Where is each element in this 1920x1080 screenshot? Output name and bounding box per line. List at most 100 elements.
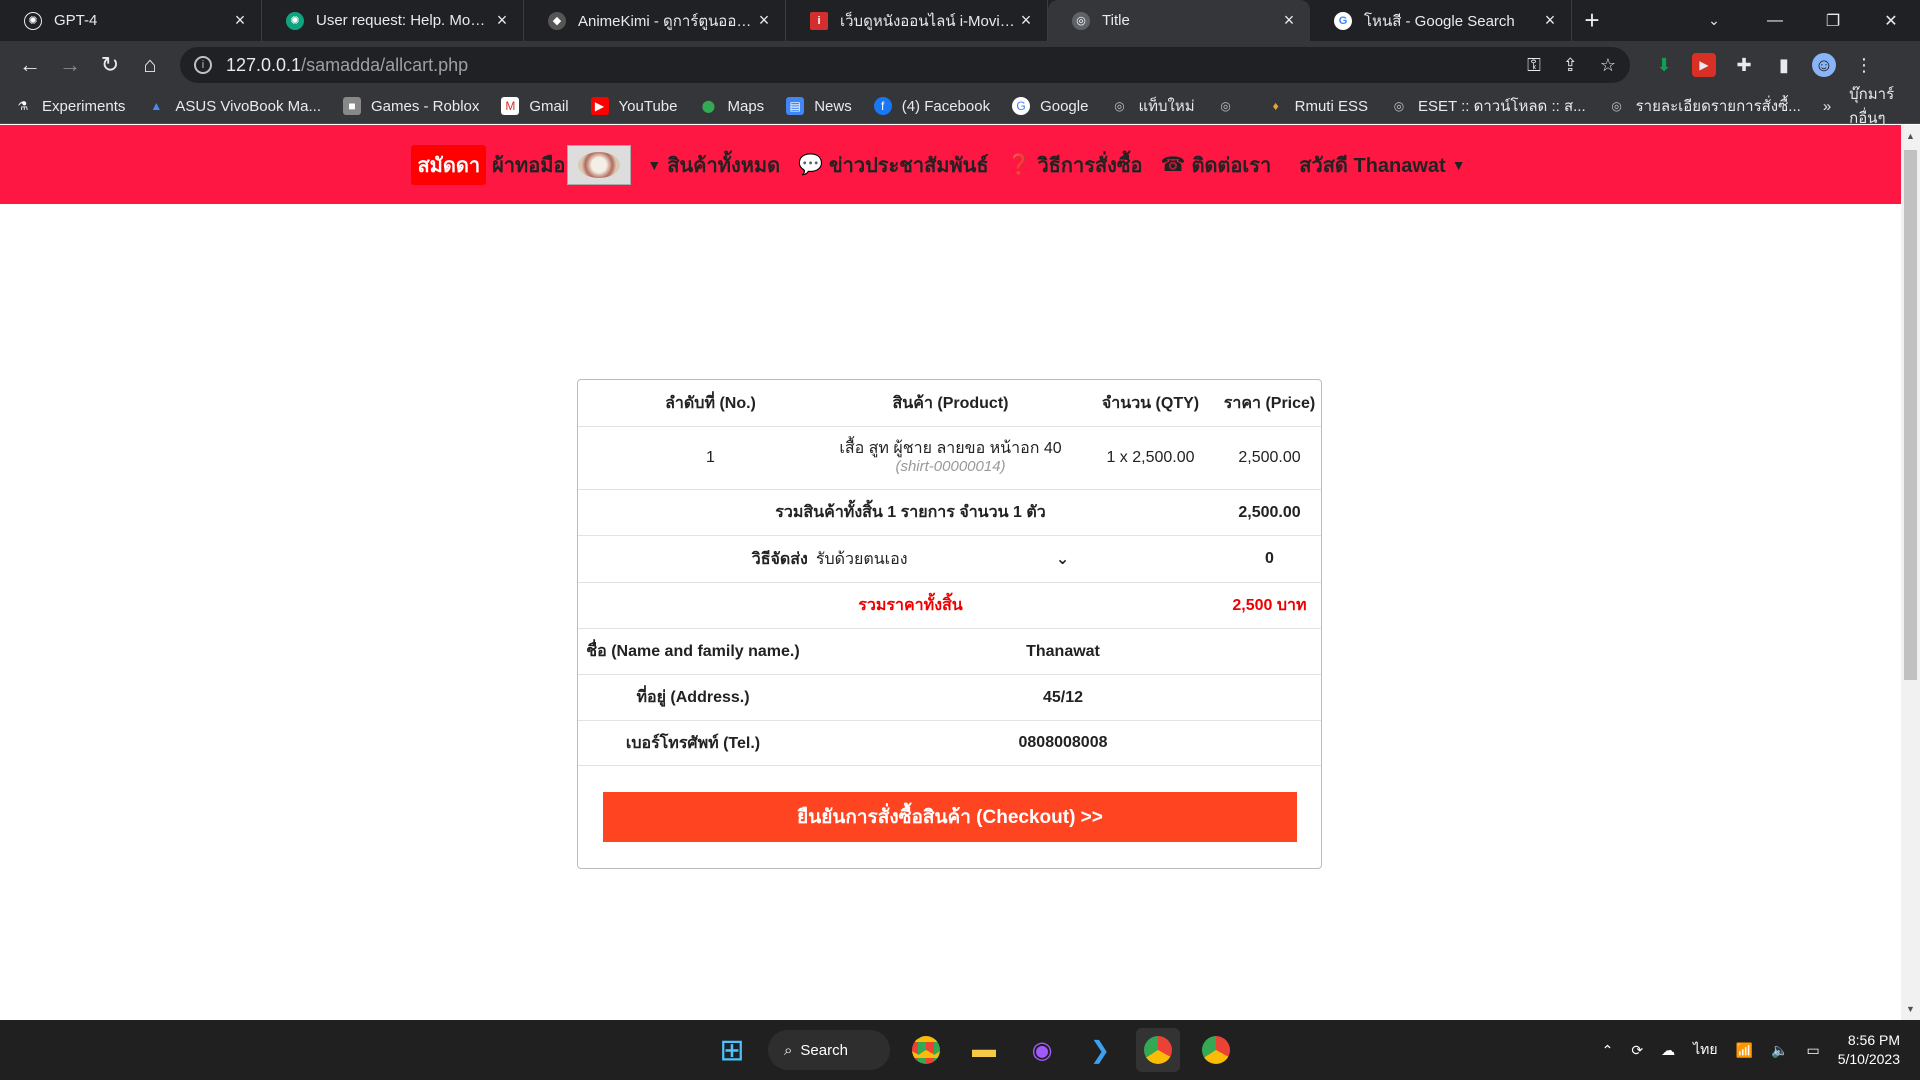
- nav-news[interactable]: 💬 ข่าวประชาสัมพันธ์: [798, 149, 988, 181]
- nav-how-to-order[interactable]: ❓ วิธีการสั่งซื้อ: [1007, 149, 1143, 181]
- key-icon[interactable]: ⚿: [1527, 55, 1541, 76]
- bookmark-label: News: [814, 97, 852, 115]
- bookmark-youtube[interactable]: ▶ YouTube: [590, 97, 678, 115]
- facebook-icon: f: [873, 97, 892, 115]
- puzzle-icon[interactable]: ✚: [1732, 53, 1756, 77]
- new-tab-button[interactable]: +: [1572, 0, 1612, 41]
- file-explorer-icon[interactable]: ▬: [962, 1028, 1006, 1072]
- minimize-icon[interactable]: —: [1746, 0, 1804, 41]
- vscode-icon[interactable]: ❯: [1078, 1028, 1122, 1072]
- bookmark-label: Gmail: [529, 97, 569, 115]
- total-row: รวมราคาทั้งสิ้น 2,500 บาท: [578, 582, 1321, 628]
- bookmark-label: รายละเอียดรายการสั่งซื้...: [1635, 98, 1801, 115]
- globe-icon: ◎: [1220, 99, 1231, 113]
- bookmark-rmuti[interactable]: ♦ Rmuti ESS: [1267, 97, 1368, 115]
- user-greeting-dropdown[interactable]: สวัสดี Thanawat ▼: [1299, 149, 1471, 181]
- share-icon[interactable]: ⇪: [1563, 55, 1578, 76]
- scrollbar-thumb[interactable]: [1904, 150, 1917, 680]
- restore-icon[interactable]: ❐: [1804, 0, 1862, 41]
- close-icon[interactable]: ×: [231, 10, 249, 31]
- tab-animekimi[interactable]: ◆ AnimeKimi - ดูการ์ตูนออนไลน์ ×: [524, 0, 786, 41]
- close-icon[interactable]: ×: [1541, 10, 1559, 31]
- tel-value: 0808008008: [1018, 734, 1108, 751]
- close-icon[interactable]: ×: [1017, 10, 1035, 31]
- nav-contact[interactable]: ☎ ติดต่อเรา: [1161, 149, 1272, 181]
- bookmark-globe[interactable]: ◎: [1217, 97, 1245, 115]
- bookmark-label: Maps: [727, 97, 765, 115]
- bookmark-experiments[interactable]: ⚗ Experiments: [14, 97, 126, 115]
- brand-logo-text[interactable]: สมัดดา: [411, 144, 487, 185]
- address-bar[interactable]: i 127.0.0.1/samadda/allcart.php ⚿ ⇪ ☆: [180, 47, 1630, 83]
- back-icon[interactable]: ←: [10, 45, 50, 85]
- tab-imoviehd[interactable]: i เว็บดูหนังออนไลน์ i-MovieHD ( ×: [786, 0, 1048, 41]
- tel-label: เบอร์โทรศัพท์ (Tel.): [625, 734, 761, 752]
- brand-subtitle[interactable]: ผ้าทอมือ: [492, 149, 565, 181]
- shipping-cost: 0: [1265, 550, 1274, 567]
- shipping-select[interactable]: รับด้วยตนเอง: [816, 547, 1056, 572]
- red-extension-icon[interactable]: ▶: [1692, 53, 1716, 77]
- download-extension-icon[interactable]: ⬇: [1652, 53, 1676, 77]
- star-icon[interactable]: ☆: [1600, 55, 1616, 76]
- shop-logo-image[interactable]: [567, 144, 632, 185]
- menu-icon[interactable]: ⋮: [1852, 53, 1876, 77]
- forward-icon[interactable]: →: [50, 45, 90, 85]
- chevron-down-icon[interactable]: ⌄: [1056, 549, 1069, 569]
- avatar[interactable]: ☺: [1812, 53, 1836, 77]
- info-icon[interactable]: i: [194, 56, 212, 74]
- checkout-button[interactable]: ยืนยันการสั่งซื้อสินค้า (Checkout) >>: [603, 792, 1297, 842]
- chrome-profile-2-icon[interactable]: [1194, 1028, 1238, 1072]
- volume-icon[interactable]: 🔈: [1771, 1042, 1788, 1059]
- reload-icon[interactable]: ↻: [90, 45, 130, 85]
- scroll-up-icon[interactable]: ▲: [1901, 127, 1920, 145]
- chevron-up-icon[interactable]: ⌃: [1602, 1042, 1614, 1059]
- other-bookmarks[interactable]: บุ๊กมาร์กอื่นๆ: [1849, 82, 1906, 130]
- clock-date: 5/10/2023: [1837, 1051, 1900, 1067]
- chrome-profile-icon[interactable]: [1136, 1028, 1180, 1072]
- tab-user-request[interactable]: ✺ User request: Help. Model r ×: [262, 0, 524, 41]
- cloud-icon[interactable]: ☁: [1661, 1042, 1675, 1059]
- close-window-icon[interactable]: ✕: [1862, 0, 1920, 41]
- sync-icon[interactable]: ⟳: [1631, 1042, 1643, 1059]
- scroll-down-icon[interactable]: ▼: [1901, 1000, 1920, 1018]
- windows-start-icon[interactable]: ⊞: [710, 1028, 754, 1072]
- bookmark-asus[interactable]: ▲ ASUS VivoBook Ma...: [147, 97, 321, 115]
- tab-search-icon[interactable]: ⌄: [1694, 0, 1734, 41]
- flask-icon: ⚗: [17, 99, 29, 113]
- tab-title: GPT-4: [54, 12, 98, 29]
- clock-time: 8:56 PM: [1847, 1032, 1900, 1048]
- item-price: 2,500.00: [1238, 449, 1301, 466]
- summary-row: รวมสินค้าทั้งสิ้น 1 รายการ จำนวน 1 ตัว 2…: [578, 489, 1321, 535]
- messenger-icon[interactable]: ◉: [1020, 1028, 1064, 1072]
- home-icon[interactable]: ⌂: [130, 45, 170, 85]
- wifi-icon[interactable]: 📶: [1736, 1042, 1753, 1059]
- nav-all-products[interactable]: ▼ สินค้าทั้งหมด: [647, 149, 780, 181]
- bookmark-roblox[interactable]: ■ Games - Roblox: [343, 97, 479, 115]
- bookmarks-overflow-button[interactable]: »: [1823, 98, 1831, 115]
- battery-icon[interactable]: ▭: [1806, 1042, 1819, 1059]
- total-value: 2,500 บาท: [1232, 597, 1307, 614]
- bookmark-eset[interactable]: ◎ ESET :: ดาวน์โหลด :: ส...: [1390, 94, 1586, 118]
- bookmark-google[interactable]: G Google: [1012, 97, 1088, 115]
- close-icon[interactable]: ×: [1280, 10, 1298, 31]
- close-icon[interactable]: ×: [755, 10, 773, 31]
- tab-title-active[interactable]: ◎ Title ×: [1048, 0, 1310, 41]
- bookmark-maps[interactable]: ⬤ Maps: [700, 97, 765, 115]
- bookmark-news[interactable]: ▤ News: [786, 97, 852, 115]
- imovie-icon: i: [810, 11, 828, 30]
- bookmark-label: YouTube: [618, 97, 678, 115]
- clock[interactable]: 8:56 PM 5/10/2023: [1838, 1031, 1900, 1069]
- bookmark-facebook[interactable]: f (4) Facebook: [873, 97, 990, 115]
- language-indicator[interactable]: ไทย: [1693, 1039, 1717, 1061]
- taskbar-search[interactable]: ⌕ Search: [768, 1030, 890, 1070]
- tab-gpt4[interactable]: ✺ GPT-4 ×: [0, 0, 262, 41]
- nav-label: ข่าวประชาสัมพันธ์: [828, 154, 989, 177]
- chrome-icon[interactable]: [904, 1028, 948, 1072]
- tab-google-search[interactable]: G โหนสี - Google Search ×: [1310, 0, 1572, 41]
- close-icon[interactable]: ×: [493, 10, 511, 31]
- bookmark-order-details[interactable]: ◎ รายละเอียดรายการสั่งซื้...: [1608, 94, 1801, 118]
- bookmark-gmail[interactable]: M Gmail: [501, 97, 569, 115]
- shipping-method: วิธีจัดส่ง รับด้วยตนเอง ⌄: [603, 536, 1218, 582]
- sidepanel-icon[interactable]: ▮: [1772, 53, 1796, 77]
- bookmark-newtab[interactable]: ◎ แท็บใหม่: [1110, 94, 1194, 118]
- page-scrollbar[interactable]: ▲ ▼: [1901, 125, 1920, 1020]
